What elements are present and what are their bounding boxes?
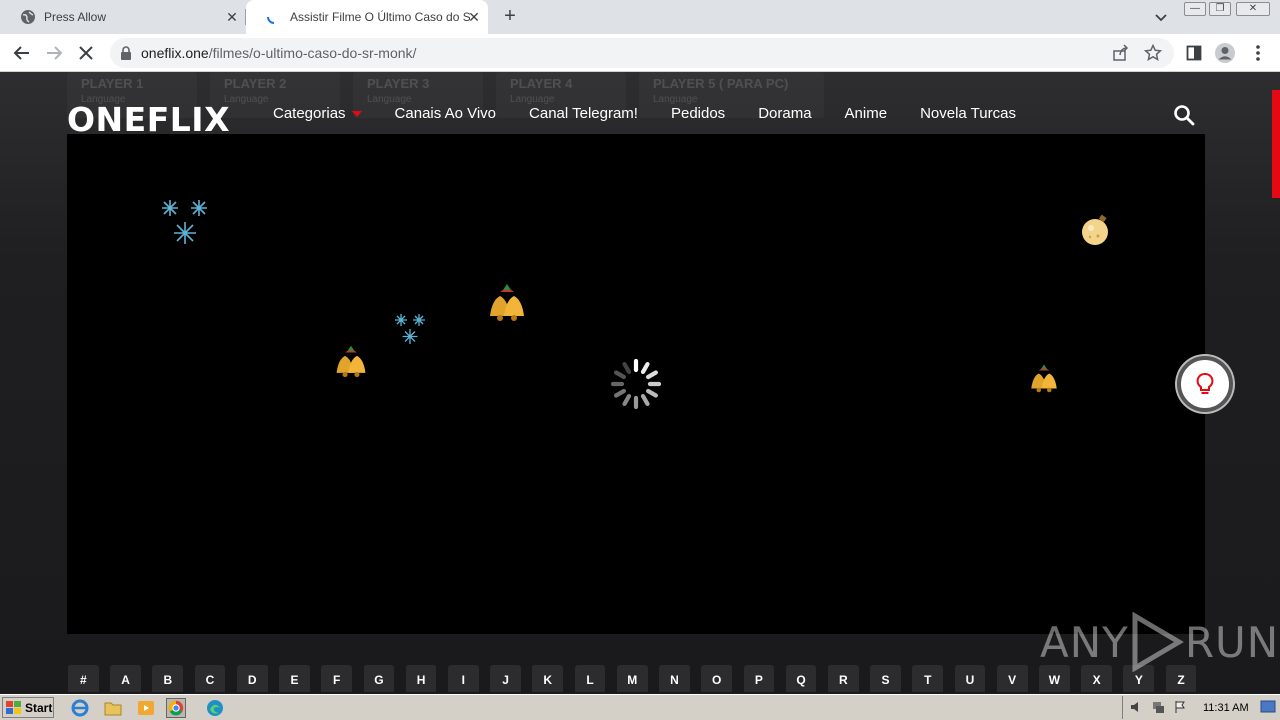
letter-filter-button[interactable]: P (743, 665, 775, 692)
letter-filter-button[interactable]: T (912, 665, 944, 692)
letter-filter-button[interactable]: G (363, 665, 395, 692)
letter-filter-button[interactable]: B (152, 665, 184, 692)
anyrun-watermark: ANY RUN (1040, 612, 1279, 672)
chrome-icon[interactable] (166, 698, 186, 718)
close-window-button[interactable]: ✕ (1236, 2, 1270, 16)
nav-categorias[interactable]: Categorias (273, 105, 362, 122)
browser-tab-strip: Press Allow ✕ Assistir Filme O Último Ca… (0, 0, 1280, 34)
system-tray: 11:31 AM (1122, 696, 1280, 719)
letter-filter-button[interactable]: L (574, 665, 606, 692)
snowflake-icon (162, 200, 207, 244)
letter-filter-button[interactable]: # (68, 665, 99, 692)
edge-icon[interactable] (205, 698, 225, 718)
profile-avatar-icon[interactable] (1213, 41, 1237, 65)
nav-novela-turcas[interactable]: Novela Turcas (920, 105, 1016, 122)
lightbulb-icon (1196, 373, 1214, 394)
windows-logo-icon (6, 700, 21, 714)
forward-button[interactable] (42, 41, 66, 65)
bells-icon (336, 345, 366, 378)
letter-filter-button[interactable]: E (279, 665, 310, 692)
letter-filter-button[interactable]: Q (785, 665, 817, 692)
minimize-button[interactable]: — (1184, 2, 1206, 16)
snowflake-icon (395, 314, 425, 344)
loading-spinner-icon (610, 358, 662, 410)
main-nav: Categorias Canais Ao Vivo Canal Telegram… (273, 105, 1049, 122)
restore-button[interactable]: ❐ (1209, 2, 1231, 16)
letter-filter-button[interactable]: H (405, 665, 437, 692)
url-text: oneflix.one/filmes/o-ultimo-caso-do-sr-m… (141, 45, 417, 61)
letter-filter-button[interactable]: I (447, 665, 479, 692)
tab-title: Press Allow (44, 10, 107, 24)
letter-filter-button[interactable]: M (616, 665, 648, 692)
letter-filter-button[interactable]: N (659, 665, 690, 692)
letter-filter-button[interactable]: V (996, 665, 1028, 692)
start-button[interactable]: Start (2, 697, 54, 718)
lightbulb-button[interactable] (1177, 356, 1233, 412)
chevron-down-icon[interactable] (1152, 8, 1170, 26)
letter-filter-button[interactable]: A (110, 665, 141, 692)
letter-filter-button[interactable]: S (870, 665, 901, 692)
new-tab-button[interactable]: + (498, 5, 522, 29)
letter-filter-button[interactable]: K (532, 665, 564, 692)
share-icon[interactable] (1112, 44, 1130, 67)
network-icon[interactable] (1151, 700, 1165, 714)
show-desktop-icon[interactable] (1260, 700, 1276, 714)
address-bar[interactable]: oneflix.one/filmes/o-ultimo-caso-do-sr-m… (110, 38, 1174, 68)
letter-filter-button[interactable]: U (954, 665, 986, 692)
letter-filter-button[interactable]: D (236, 665, 268, 692)
nav-canal-telegram[interactable]: Canal Telegram! (529, 105, 638, 122)
play-logo-icon (1132, 612, 1184, 672)
bookmark-star-icon[interactable] (1143, 43, 1163, 67)
tab-press-allow[interactable]: Press Allow ✕ (0, 0, 246, 34)
globe-icon (20, 9, 36, 25)
ornament-icon (1082, 214, 1108, 245)
letter-filter-button[interactable]: F (321, 665, 353, 692)
caret-down-icon (351, 110, 362, 117)
alphabet-filter: # A B C D E F G H I J K L M N O P Q R S T U V W X Y Z (68, 665, 1208, 692)
internet-explorer-icon[interactable] (70, 698, 90, 718)
bells-icon (1031, 364, 1057, 393)
windows-taskbar: Start 11:31 AM (0, 694, 1280, 720)
search-icon[interactable] (1173, 104, 1195, 126)
close-tab-icon[interactable]: ✕ (224, 9, 240, 25)
browser-menu-icon[interactable] (1246, 41, 1270, 65)
browser-toolbar: oneflix.one/filmes/o-ultimo-caso-do-sr-m… (0, 34, 1280, 72)
media-player-icon[interactable] (136, 698, 156, 718)
volume-icon[interactable] (1129, 700, 1143, 714)
letter-filter-button[interactable]: O (701, 665, 732, 692)
web-page: PLAYER 1 Language PLAYER 2 Language PLAYER… (0, 72, 1280, 692)
nav-canais-ao-vivo[interactable]: Canais Ao Vivo (395, 105, 496, 122)
video-player[interactable] (67, 134, 1205, 634)
flag-icon[interactable] (1173, 700, 1187, 714)
letter-filter-button[interactable]: R (827, 665, 859, 692)
nav-anime[interactable]: Anime (845, 105, 888, 122)
back-button[interactable] (10, 41, 34, 65)
folder-icon[interactable] (103, 698, 123, 718)
tab-title: Assistir Filme O Último Caso do Sr. M (290, 10, 470, 24)
stop-loading-button[interactable] (74, 41, 98, 65)
bells-icon (490, 284, 524, 321)
letter-filter-button[interactable]: J (490, 665, 521, 692)
tab-active-movie[interactable]: Assistir Filme O Último Caso do Sr. M ✕ (246, 0, 488, 34)
lock-icon[interactable] (120, 46, 132, 65)
nav-pedidos[interactable]: Pedidos (671, 105, 725, 122)
nav-dorama[interactable]: Dorama (758, 105, 811, 122)
side-panel-icon[interactable] (1182, 41, 1206, 65)
site-header: ONEFLIX Categorias Canais Ao Vivo Canal … (67, 98, 1205, 139)
clock[interactable]: 11:31 AM (1203, 702, 1249, 714)
letter-filter-button[interactable]: C (194, 665, 226, 692)
close-tab-icon[interactable]: ✕ (466, 9, 482, 25)
scrollbar-thumb[interactable] (1272, 90, 1280, 198)
loading-icon (266, 9, 282, 25)
